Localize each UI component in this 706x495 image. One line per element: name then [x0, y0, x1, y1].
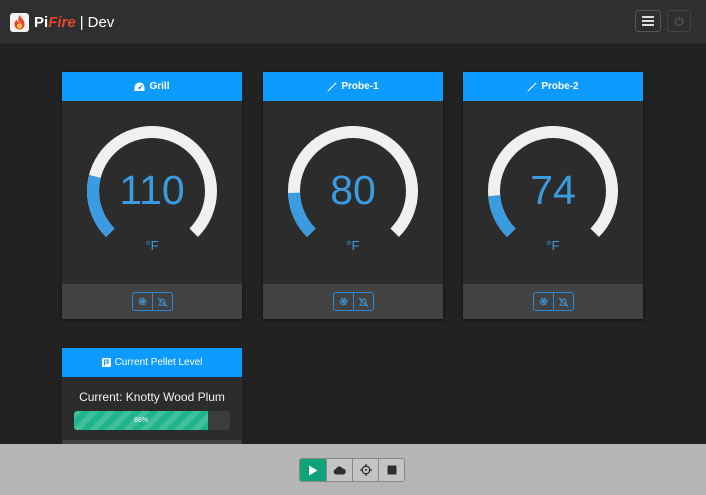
probe-1-card-header: Probe-1 [263, 72, 443, 101]
brand-env-text: Dev [87, 13, 115, 31]
pellet-current-text: Current: Knotty Wood Plum [79, 390, 225, 404]
start-button[interactable] [300, 459, 326, 481]
probe-1-notify-button[interactable] [352, 293, 373, 310]
card-title: Grill [149, 81, 170, 92]
flame-logo-icon [10, 12, 29, 32]
pellet-progress: 86% [74, 411, 230, 430]
hold-button[interactable] [352, 459, 378, 481]
brand-separator: | [79, 13, 84, 31]
probe-1-card: Probe-1 80 °F [263, 72, 443, 319]
hamburger-icon [642, 16, 654, 26]
grill-card: Grill 110 °F [62, 72, 242, 319]
probe-1-gauge: 80 °F [263, 101, 443, 284]
grill-button-group [131, 292, 173, 311]
smoke-icon [333, 466, 346, 474]
mode-control-group [299, 458, 405, 482]
probe-2-card-header: Probe-2 [463, 72, 643, 101]
probe-2-card-footer [463, 284, 643, 319]
grill-gauge: 110 °F [62, 101, 242, 284]
probe-2-notify-button[interactable] [552, 293, 573, 310]
gear-icon [539, 297, 547, 306]
temperature-unit: °F [546, 238, 560, 253]
power-icon [674, 16, 684, 26]
temperature-value: 80 [330, 167, 376, 213]
notification-off-icon [558, 297, 568, 307]
flag-icon [101, 358, 111, 367]
temperature-value: 74 [530, 167, 576, 213]
thermometer-icon [527, 82, 537, 92]
stop-button[interactable] [378, 459, 404, 481]
stop-icon [387, 465, 396, 475]
smoke-button[interactable] [326, 459, 352, 481]
notification-off-icon [358, 297, 368, 307]
pellet-progress-bar: 86% [74, 411, 209, 430]
probe-2-button-group [532, 292, 574, 311]
pellet-card-title: Current Pellet Level [114, 357, 203, 368]
probe-2-card: Probe-2 74 °F [463, 72, 643, 319]
probe-2-gauge: 74 °F [463, 101, 643, 284]
probe-1-button-group [332, 292, 374, 311]
hold-icon [359, 464, 372, 476]
pellet-body: Current: Knotty Wood Plum 86% [62, 377, 242, 430]
notification-off-icon [157, 297, 167, 307]
gear-icon [138, 297, 146, 306]
grill-card-footer [62, 284, 242, 319]
brand[interactable]: Pi Fire | Dev [10, 11, 114, 33]
menu-button[interactable] [635, 10, 661, 32]
temperature-unit: °F [346, 238, 360, 253]
temperature-unit: °F [145, 238, 159, 253]
gauge-icon [134, 82, 145, 91]
pellet-level-card: Current Pellet Level Current: Knotty Woo… [62, 348, 242, 448]
pellet-card-header: Current Pellet Level [62, 348, 242, 377]
grill-card-header: Grill [62, 72, 242, 101]
brand-fire-text: Fire [48, 13, 76, 31]
probe-2-settings-button[interactable] [534, 293, 553, 310]
probe-1-card-footer [263, 284, 443, 319]
gear-icon [339, 297, 347, 306]
card-title: Probe-1 [341, 81, 379, 92]
brand-pi-text: Pi [34, 13, 49, 31]
card-title: Probe-2 [541, 81, 579, 92]
top-navbar: Pi Fire | Dev [0, 0, 706, 44]
grill-notify-button[interactable] [151, 293, 172, 310]
grill-settings-button[interactable] [133, 293, 152, 310]
probe-1-settings-button[interactable] [334, 293, 353, 310]
power-button[interactable] [667, 10, 691, 32]
temperature-value: 110 [119, 167, 185, 213]
start-icon [309, 465, 318, 475]
thermometer-icon [327, 82, 337, 92]
